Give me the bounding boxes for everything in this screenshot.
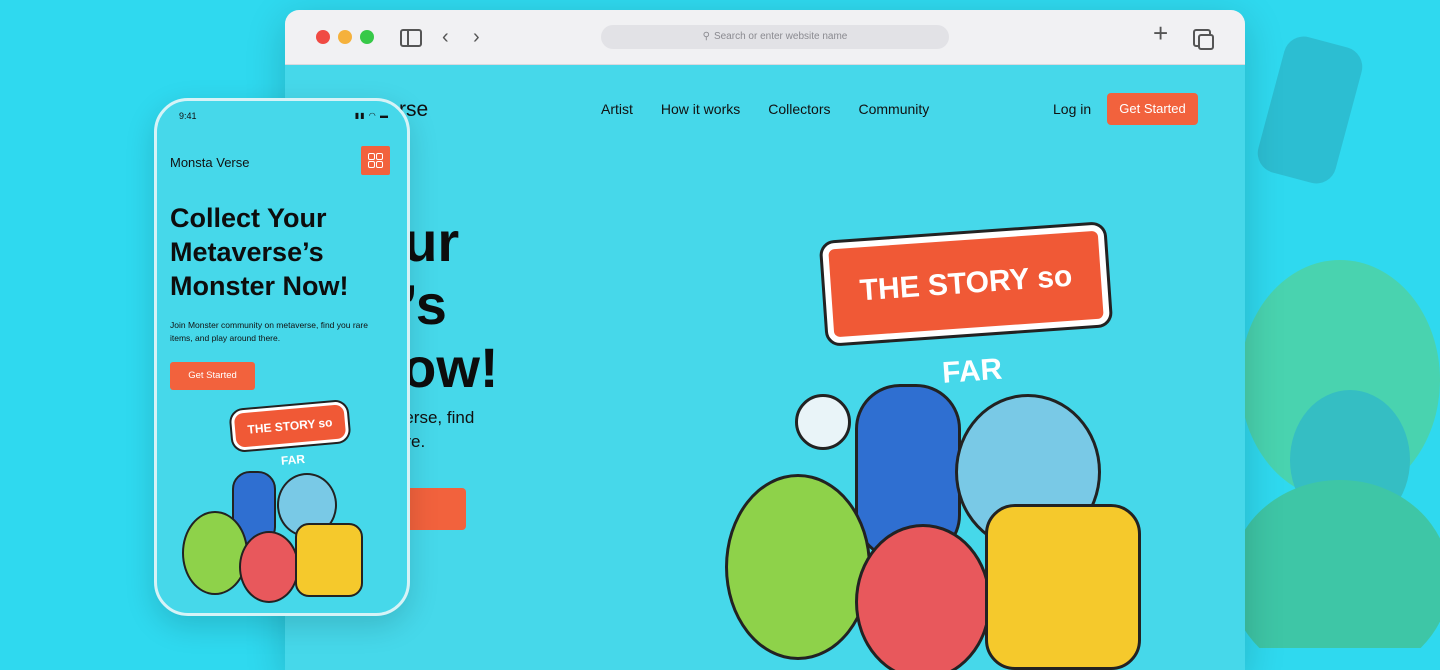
phone-story-so-far-sign: THE STORY so FAR bbox=[230, 401, 350, 468]
nav-item-artist[interactable]: Artist bbox=[601, 101, 633, 117]
red-monster bbox=[855, 524, 991, 670]
astronaut-helmet bbox=[795, 394, 851, 450]
phone-mockup: 9:41 ▮▮ ◠ ▬ Monsta Verse Collect Your Me… bbox=[154, 98, 410, 616]
website-page: nsta Verse Artist How it works Collector… bbox=[285, 64, 1245, 670]
phone-time: 9:41 bbox=[179, 111, 197, 121]
monster-illustration: THE STORY so FAR bbox=[705, 224, 1225, 670]
minimize-window-button[interactable] bbox=[338, 30, 352, 44]
phone-brand[interactable]: Monsta Verse bbox=[170, 155, 250, 170]
address-bar[interactable]: ⚲ Search or enter website name bbox=[601, 25, 949, 49]
forward-icon[interactable]: › bbox=[473, 26, 480, 48]
menu-grid-icon[interactable] bbox=[361, 146, 390, 175]
login-link[interactable]: Log in bbox=[1053, 101, 1091, 117]
phone-status-icons: ▮▮ ◠ ▬ bbox=[354, 111, 389, 120]
get-started-button[interactable]: Get Started bbox=[1107, 93, 1198, 125]
close-window-button[interactable] bbox=[316, 30, 330, 44]
nav-item-how-it-works[interactable]: How it works bbox=[661, 101, 740, 117]
nav-item-community[interactable]: Community bbox=[859, 101, 930, 117]
phone-hero-subtitle: Join Monster community on metaverse, fin… bbox=[170, 320, 368, 343]
phone-get-started-button[interactable]: Get Started bbox=[170, 362, 255, 390]
phone-yellow-monster bbox=[295, 523, 363, 597]
story-so-far-sign: THE STORY so FAR bbox=[821, 224, 1111, 390]
search-icon: ⚲ bbox=[702, 31, 710, 42]
address-placeholder: Search or enter website name bbox=[713, 31, 848, 42]
browser-window: ‹ › ⚲Search or enter website name + nsta… bbox=[285, 10, 1245, 670]
phone-monster-illustration: THE STORY so FAR bbox=[177, 401, 392, 611]
background-art bbox=[1230, 30, 1440, 648]
site-nav: Artist How it works Collectors Community bbox=[601, 101, 929, 117]
phone-hero-title: Collect Your Metaverse’s Monster Now! bbox=[170, 203, 349, 301]
tabs-overview-icon[interactable] bbox=[1193, 29, 1214, 50]
phone-green-monster bbox=[182, 511, 248, 595]
yellow-monster bbox=[985, 504, 1141, 670]
maximize-window-button[interactable] bbox=[360, 30, 374, 44]
back-icon[interactable]: ‹ bbox=[442, 26, 449, 48]
phone-red-monster bbox=[239, 531, 299, 603]
nav-item-collectors[interactable]: Collectors bbox=[768, 101, 830, 117]
green-monster bbox=[725, 474, 871, 660]
plus-icon[interactable]: + bbox=[1153, 20, 1168, 46]
browser-toolbar: ‹ › ⚲ Search or enter website name + bbox=[285, 10, 1245, 65]
sidebar-toggle-icon[interactable] bbox=[400, 29, 422, 47]
